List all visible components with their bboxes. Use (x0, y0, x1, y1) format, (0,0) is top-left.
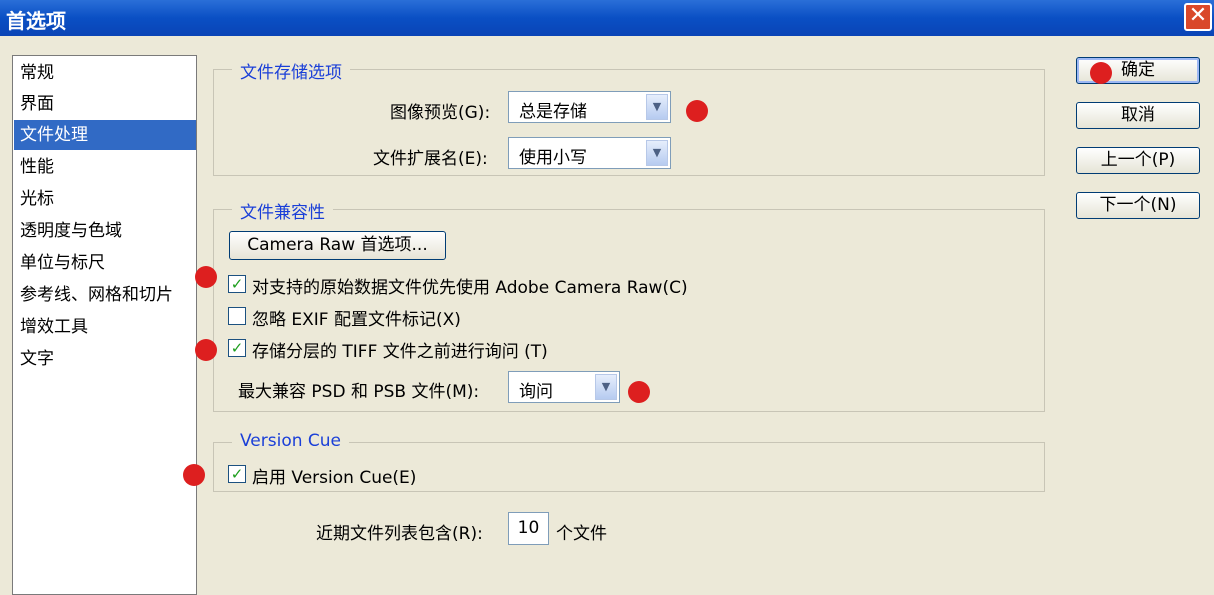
recent-files-suffix: 个文件 (556, 524, 607, 544)
cancel-button[interactable]: 取消 (1076, 102, 1200, 129)
recent-files-count-input[interactable]: 10 (508, 512, 549, 545)
image-preview-value: 总是存储 (519, 102, 587, 122)
annotation-dot (686, 100, 708, 122)
sidebar-item-plugins[interactable]: 增效工具 (14, 312, 196, 342)
preferences-category-list[interactable]: 常规 界面 文件处理 性能 光标 透明度与色域 单位与标尺 参考线、网格和切片 … (12, 55, 197, 595)
file-extension-label: 文件扩展名(E): (373, 149, 488, 169)
ignore-exif-checkbox[interactable] (228, 307, 246, 325)
chevron-down-icon[interactable]: ▼ (646, 140, 668, 166)
image-preview-label: 图像预览(G): (390, 103, 491, 123)
file-extension-value: 使用小写 (519, 148, 587, 168)
sidebar-item-interface[interactable]: 界面 (14, 89, 196, 119)
sidebar-item-performance[interactable]: 性能 (14, 152, 196, 182)
version-cue-legend: Version Cue (232, 431, 350, 451)
chevron-down-icon[interactable]: ▼ (646, 94, 668, 120)
image-preview-select[interactable]: 总是存储 ▼ (508, 91, 671, 123)
close-icon[interactable]: ✕ (1184, 3, 1212, 31)
camera-raw-preferences-button[interactable]: Camera Raw 首选项... (229, 231, 446, 260)
annotation-dot (195, 266, 217, 288)
sidebar-item-guides-grid-slices[interactable]: 参考线、网格和切片 (14, 280, 196, 310)
annotation-dot (183, 464, 205, 486)
sidebar-item-file-handling[interactable]: 文件处理 (14, 120, 196, 150)
sidebar-item-units-rulers[interactable]: 单位与标尺 (14, 248, 196, 278)
ignore-exif-label: 忽略 EXIF 配置文件标记(X) (252, 310, 461, 330)
enable-version-cue-checkbox[interactable]: ✓ (228, 465, 246, 483)
maximize-compat-select[interactable]: 询问 ▼ (508, 371, 620, 403)
sidebar-item-cursors[interactable]: 光标 (14, 184, 196, 214)
sidebar-item-transparency-gamut[interactable]: 透明度与色域 (14, 216, 196, 246)
annotation-dot (195, 339, 217, 361)
enable-version-cue-label: 启用 Version Cue(E) (252, 468, 417, 488)
annotation-dot (1090, 62, 1112, 84)
enable-version-cue-option[interactable]: ✓ 启用 Version Cue(E) (228, 463, 478, 489)
previous-button[interactable]: 上一个(P) (1076, 147, 1200, 174)
title-bar: 首选项 ✕ (0, 0, 1214, 36)
ask-tiff-checkbox[interactable]: ✓ (228, 339, 246, 357)
file-compatibility-legend: 文件兼容性 (232, 198, 333, 223)
sidebar-item-type[interactable]: 文字 (14, 344, 196, 374)
prefer-acr-checkbox[interactable]: ✓ (228, 275, 246, 293)
maximize-compat-value: 询问 (519, 382, 553, 402)
next-button[interactable]: 下一个(N) (1076, 192, 1200, 219)
ok-button-label: 确定 (1121, 60, 1155, 80)
ask-tiff-option[interactable]: ✓ 存储分层的 TIFF 文件之前进行询问 (T) (228, 337, 628, 363)
recent-files-label: 近期文件列表包含(R): (316, 524, 483, 544)
file-extension-select[interactable]: 使用小写 ▼ (508, 137, 671, 169)
sidebar-item-general[interactable]: 常规 (14, 58, 196, 88)
prefer-acr-option[interactable]: ✓ 对支持的原始数据文件优先使用 Adobe Camera Raw(C) (228, 273, 748, 299)
maximize-compat-label: 最大兼容 PSD 和 PSB 文件(M): (238, 382, 480, 402)
ask-tiff-label: 存储分层的 TIFF 文件之前进行询问 (T) (252, 342, 548, 362)
annotation-dot (628, 381, 650, 403)
ignore-exif-option[interactable]: 忽略 EXIF 配置文件标记(X) (228, 305, 528, 331)
window-title: 首选项 (6, 9, 66, 33)
chevron-down-icon[interactable]: ▼ (595, 374, 617, 400)
prefer-acr-label: 对支持的原始数据文件优先使用 Adobe Camera Raw(C) (252, 278, 688, 298)
file-save-options-legend: 文件存储选项 (232, 58, 350, 83)
